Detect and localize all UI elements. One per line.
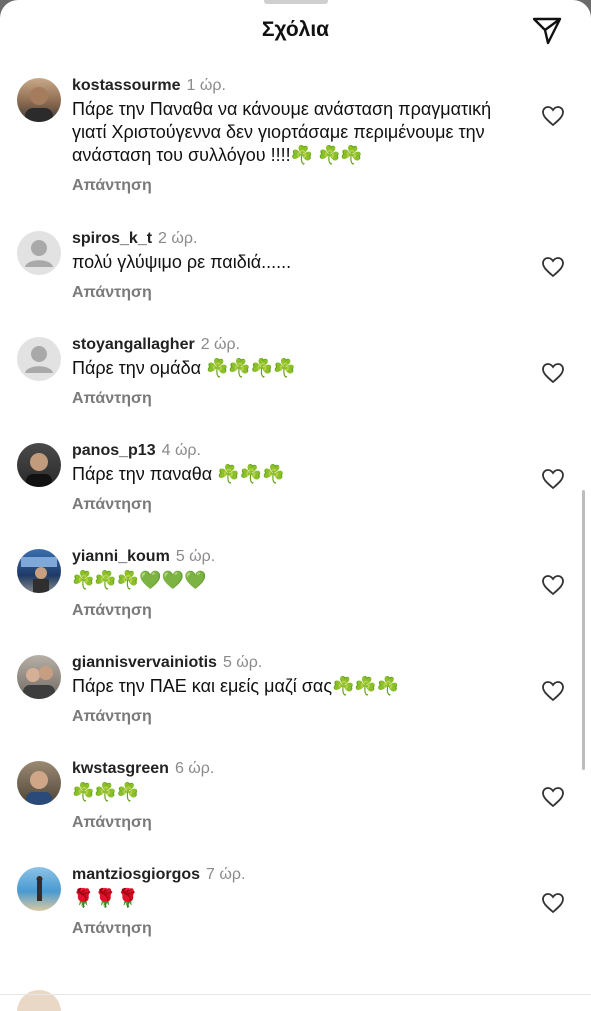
- comment-item: kwstasgreen 6 ώρ. ☘️☘️☘️ Απάντηση: [0, 755, 591, 861]
- comment-username[interactable]: stoyangallagher: [72, 336, 195, 353]
- comment-body: stoyangallagher 2 ώρ. Πάρε την ομάδα ☘️☘️…: [72, 335, 512, 408]
- comment-body: panos_p13 4 ώρ. Πάρε την παναθα ☘️☘️☘️ Απ…: [72, 441, 512, 514]
- comment-time: 2 ώρ.: [158, 230, 198, 247]
- comment-body: kostassourme 1 ώρ. Πάρε την Παναθα να κάν…: [72, 76, 512, 195]
- avatar[interactable]: [17, 443, 61, 487]
- comment-username[interactable]: spiros_k_t: [72, 230, 152, 247]
- comment-time: 1 ώρ.: [186, 77, 226, 94]
- reply-link[interactable]: Απάντηση: [72, 920, 512, 938]
- comment-item: giannisvervainiotis 5 ώρ. Πάρε την ΠΑΕ κα…: [0, 649, 591, 755]
- avatar[interactable]: [17, 78, 61, 122]
- avatar[interactable]: [17, 337, 61, 381]
- comment-username[interactable]: yianni_koum: [72, 548, 170, 565]
- comment-username[interactable]: kwstasgreen: [72, 760, 169, 777]
- reply-link[interactable]: Απάντηση: [72, 177, 512, 195]
- comment-item: panos_p13 4 ώρ. Πάρε την παναθα ☘️☘️☘️ Απ…: [0, 437, 591, 543]
- comment-text: Πάρε την Παναθα να κάνουμε ανάσταση πραγ…: [72, 99, 492, 165]
- comment-username[interactable]: panos_p13: [72, 442, 156, 459]
- person-icon: [25, 240, 53, 267]
- comment-text: Πάρε την ΠΑΕ και εμείς μαζί σας☘️☘️☘️: [72, 676, 400, 696]
- avatar[interactable]: [17, 231, 61, 275]
- comment-time: 7 ώρ.: [206, 866, 246, 883]
- avatar[interactable]: [17, 655, 61, 699]
- comment-item: mantziosgiorgos 7 ώρ. 🌹🌹🌹 Απάντηση: [0, 861, 591, 967]
- page-title: Σχόλια: [261, 18, 330, 41]
- person-icon: [25, 346, 53, 373]
- heart-outline-icon[interactable]: [541, 467, 565, 491]
- reply-link[interactable]: Απάντηση: [72, 814, 512, 832]
- comment-body: kwstasgreen 6 ώρ. ☘️☘️☘️ Απάντηση: [72, 759, 512, 832]
- comment-time: 5 ώρ.: [222, 654, 263, 671]
- comment-text: Πάρε την παναθα ☘️☘️☘️: [72, 464, 285, 484]
- comment-body: giannisvervainiotis 5 ώρ. Πάρε την ΠΑΕ κα…: [72, 653, 512, 726]
- paper-plane-icon[interactable]: [531, 14, 563, 46]
- comment-text: Πάρε την ομάδα ☘️☘️☘️☘️: [72, 358, 296, 378]
- heart-outline-icon[interactable]: [541, 104, 565, 128]
- heart-outline-icon[interactable]: [541, 679, 565, 703]
- heart-outline-icon[interactable]: [541, 255, 565, 279]
- avatar[interactable]: [17, 549, 61, 593]
- comment-username[interactable]: giannisvervainiotis: [72, 654, 217, 671]
- comment-time: 5 ώρ.: [175, 548, 216, 565]
- reply-link[interactable]: Απάντηση: [72, 390, 512, 408]
- comment-item: kostassourme 1 ώρ. Πάρε την Παναθα να κάν…: [0, 72, 591, 225]
- comments-sheet: Σχόλια kostassourme 1 ώρ. Πάρε την Παναθα…: [0, 0, 591, 1011]
- heart-outline-icon[interactable]: [541, 361, 565, 385]
- heart-outline-icon[interactable]: [541, 785, 565, 809]
- comment-body: yianni_koum 5 ώρ. ☘️☘️☘️💚💚💚 Απάντηση: [72, 547, 512, 620]
- comment-body: spiros_k_t 2 ώρ. πολύ γλύψιμο ρε παιδιά..…: [72, 229, 512, 302]
- comment-item: spiros_k_t 2 ώρ. πολύ γλύψιμο ρε παιδιά..…: [0, 225, 591, 331]
- heart-outline-icon[interactable]: [541, 573, 565, 597]
- heart-outline-icon[interactable]: [541, 891, 565, 915]
- comment-list: kostassourme 1 ώρ. Πάρε την Παναθα να κάν…: [0, 72, 591, 967]
- comment-time: 6 ώρ.: [174, 760, 215, 777]
- comment-username[interactable]: kostassourme: [72, 77, 181, 94]
- reply-link[interactable]: Απάντηση: [72, 602, 512, 620]
- comment-item: stoyangallagher 2 ώρ. Πάρε την ομάδα ☘️☘️…: [0, 331, 591, 437]
- comment-time: 4 ώρ.: [161, 442, 201, 459]
- comment-body: mantziosgiorgos 7 ώρ. 🌹🌹🌹 Απάντηση: [72, 865, 512, 938]
- comment-text: 🌹🌹🌹: [72, 888, 140, 908]
- divider: [0, 994, 591, 995]
- header: Σχόλια: [0, 0, 591, 72]
- reply-link[interactable]: Απάντηση: [72, 708, 512, 726]
- reply-link[interactable]: Απάντηση: [72, 284, 512, 302]
- avatar[interactable]: [17, 761, 61, 805]
- avatar[interactable]: [17, 867, 61, 911]
- comment-text: ☘️☘️☘️💚💚💚: [72, 570, 207, 590]
- comment-text: ☘️☘️☘️: [72, 782, 140, 802]
- comment-item: yianni_koum 5 ώρ. ☘️☘️☘️💚💚💚 Απάντηση: [0, 543, 591, 649]
- partial-comment-row: [0, 988, 591, 1011]
- reply-link[interactable]: Απάντηση: [72, 496, 512, 514]
- scrollbar[interactable]: [582, 490, 585, 770]
- comment-time: 2 ώρ.: [200, 336, 241, 353]
- comment-text: πολύ γλύψιμο ρε παιδιά......: [72, 252, 292, 272]
- comment-username[interactable]: mantziosgiorgos: [72, 866, 200, 883]
